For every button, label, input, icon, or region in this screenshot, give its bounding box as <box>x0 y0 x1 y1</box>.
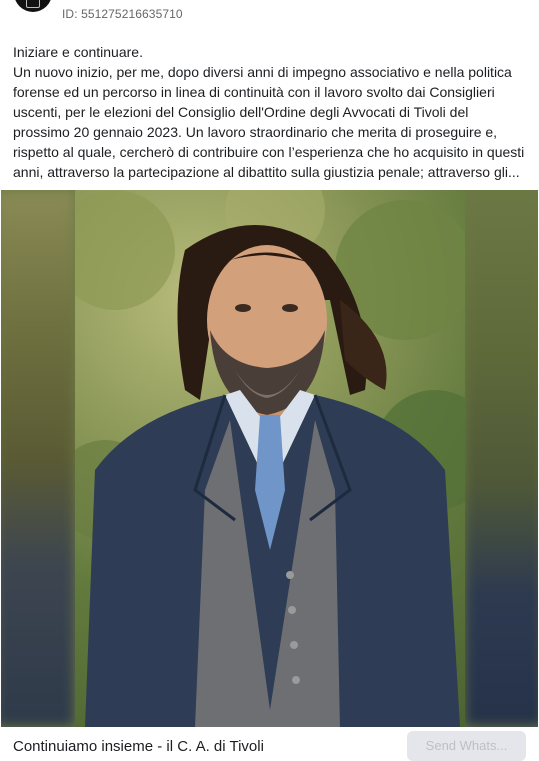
portrait-illustration <box>75 190 465 727</box>
media-blur-left <box>1 190 75 727</box>
ad-header: ID: 551275216635710 <box>0 0 539 32</box>
body-line: Un nuovo inizio, per me, dopo diversi an… <box>13 64 512 80</box>
ad-body-text: Iniziare e continuare. Un nuovo inizio, … <box>13 42 528 182</box>
page-logo-icon <box>26 0 40 8</box>
page-avatar[interactable] <box>14 0 52 12</box>
ad-caption[interactable]: Continuiamo insieme - il C. A. di Tivoli <box>13 738 264 755</box>
body-line: prossimo 20 gennaio 2023. Un lavoro stra… <box>13 124 498 140</box>
body-line: uscenti, per le elezioni del Consiglio d… <box>13 104 469 120</box>
body-line: rispetto al quale, cercherò di contribui… <box>13 144 525 160</box>
portrait-photo <box>75 190 465 727</box>
body-line: anni, attraverso la partecipazione al di… <box>13 164 520 180</box>
body-line: forense ed un percorso in linea di conti… <box>13 84 495 100</box>
body-line: Iniziare e continuare. <box>13 44 143 60</box>
ad-media[interactable] <box>1 190 538 727</box>
ad-id-text: ID: 551275216635710 <box>62 7 183 21</box>
media-blur-right <box>464 190 538 727</box>
send-whatsapp-button[interactable]: Send Whats... <box>407 731 526 761</box>
